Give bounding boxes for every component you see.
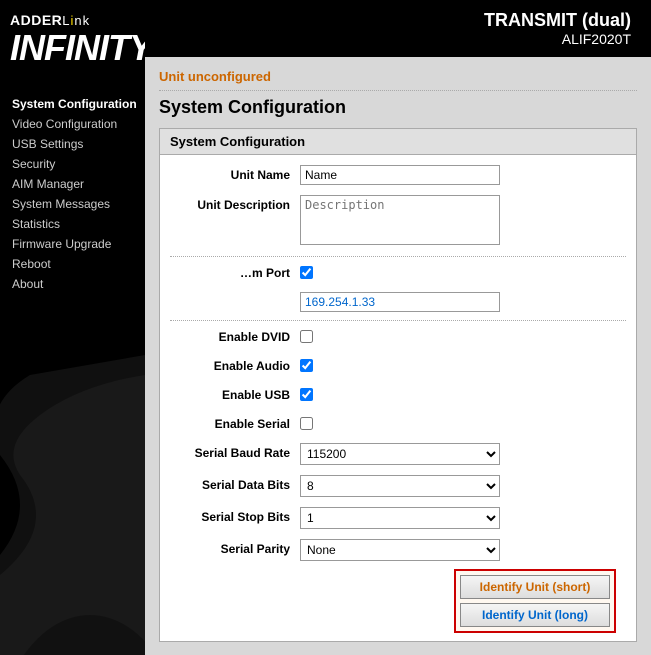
unit-name-label: Unit Name [170, 165, 300, 182]
serial-parity-select[interactable]: None Even Odd Mark Space [300, 539, 500, 561]
sidebar-item-statistics[interactable]: Statistics [12, 214, 145, 234]
main-header: TRANSMIT (dual) ALIF2020T [145, 0, 651, 57]
sidebar-item-security[interactable]: Security [12, 154, 145, 174]
unit-description-row: Unit Description [170, 193, 626, 250]
enable-serial-row: Enable Serial [170, 412, 626, 435]
unit-status: Unit unconfigured [159, 69, 637, 91]
enable-serial-label: Enable Serial [170, 414, 300, 431]
device-name: TRANSMIT (dual) [484, 10, 631, 31]
content-area: Unit unconfigured System Configuration S… [145, 57, 651, 655]
unit-name-row: Unit Name [170, 163, 626, 187]
enable-usb-label: Enable USB [170, 385, 300, 402]
ip-address-wrap [300, 292, 626, 312]
sidebar-logo: ADDERLink INFINITY [0, 0, 145, 74]
serial-stop-bits-label: Serial Stop Bits [170, 507, 300, 524]
identify-buttons-container: Identify Unit (short) Identify Unit (lon… [454, 569, 616, 633]
sidebar-item-reboot[interactable]: Reboot [12, 254, 145, 274]
enable-usb-row: Enable USB [170, 383, 626, 406]
sidebar-item-system-configuration[interactable]: System Configuration [12, 94, 145, 114]
management-port-wrap [300, 263, 626, 282]
enable-audio-wrap [300, 356, 626, 375]
enable-serial-checkbox[interactable] [300, 417, 313, 430]
enable-dvid-label: Enable DVID [170, 327, 300, 344]
identify-long-button[interactable]: Identify Unit (long) [460, 603, 610, 627]
serial-data-bits-select[interactable]: 8 7 6 5 [300, 475, 500, 497]
unit-description-textarea[interactable] [300, 195, 500, 245]
enable-dvid-checkbox[interactable] [300, 330, 313, 343]
enable-usb-wrap [300, 385, 626, 404]
serial-baud-rate-wrap: 115200 57600 38400 19200 9600 [300, 443, 626, 465]
serial-parity-label: Serial Parity [170, 539, 300, 556]
serial-stop-bits-row: Serial Stop Bits 1 2 [170, 505, 626, 531]
sidebar-item-video-configuration[interactable]: Video Configuration [12, 114, 145, 134]
management-port-row: …m Port [170, 261, 626, 284]
sidebar-item-aim-manager[interactable]: AIM Manager [12, 174, 145, 194]
serial-stop-bits-select[interactable]: 1 2 [300, 507, 500, 529]
sidebar-item-system-messages[interactable]: System Messages [12, 194, 145, 214]
adder-text: ADDER [10, 12, 62, 28]
management-port-checkbox[interactable] [300, 266, 313, 279]
unit-description-label: Unit Description [170, 195, 300, 212]
sidebar-item-about[interactable]: About [12, 274, 145, 294]
identify-short-button[interactable]: Identify Unit (short) [460, 575, 610, 599]
enable-audio-row: Enable Audio [170, 354, 626, 377]
unit-description-wrap [300, 195, 626, 248]
serial-stop-bits-wrap: 1 2 [300, 507, 626, 529]
sidebar-item-firmware-upgrade[interactable]: Firmware Upgrade [12, 234, 145, 254]
serial-data-bits-label: Serial Data Bits [170, 475, 300, 492]
enable-audio-checkbox[interactable] [300, 359, 313, 372]
serial-baud-rate-select[interactable]: 115200 57600 38400 19200 9600 [300, 443, 500, 465]
serial-baud-rate-row: Serial Baud Rate 115200 57600 38400 1920… [170, 441, 626, 467]
device-model: ALIF2020T [562, 31, 631, 47]
enable-dvid-wrap [300, 327, 626, 346]
config-panel-title: System Configuration [160, 129, 636, 155]
enable-serial-wrap [300, 414, 626, 433]
serial-parity-row: Serial Parity None Even Odd Mark Space [170, 537, 626, 563]
sidebar-wave-decoration [0, 355, 145, 655]
main-content: TRANSMIT (dual) ALIF2020T Unit unconfigu… [145, 0, 651, 655]
sidebar: ADDERLink INFINITY System Configuration … [0, 0, 145, 655]
serial-data-bits-wrap: 8 7 6 5 [300, 475, 626, 497]
sidebar-item-usb-settings[interactable]: USB Settings [12, 134, 145, 154]
ip-address-input[interactable] [300, 292, 500, 312]
serial-data-bits-row: Serial Data Bits 8 7 6 5 [170, 473, 626, 499]
unit-name-input[interactable] [300, 165, 500, 185]
serial-parity-wrap: None Even Odd Mark Space [300, 539, 626, 561]
config-panel: System Configuration Unit Name Unit Desc… [159, 128, 637, 642]
config-panel-body: Unit Name Unit Description …m Port [160, 155, 636, 641]
infinity-text: INFINITY [10, 30, 135, 66]
enable-dvid-row: Enable DVID [170, 325, 626, 348]
ip-address-label [170, 292, 300, 295]
unit-name-wrap [300, 165, 626, 185]
sidebar-nav: System Configuration Video Configuration… [0, 94, 145, 294]
enable-usb-checkbox[interactable] [300, 388, 313, 401]
management-port-label: …m Port [170, 263, 300, 280]
enable-audio-label: Enable Audio [170, 356, 300, 373]
page-title: System Configuration [159, 97, 637, 118]
ip-address-row [170, 290, 626, 314]
link-text: Link [62, 13, 90, 28]
serial-baud-rate-label: Serial Baud Rate [170, 443, 300, 460]
